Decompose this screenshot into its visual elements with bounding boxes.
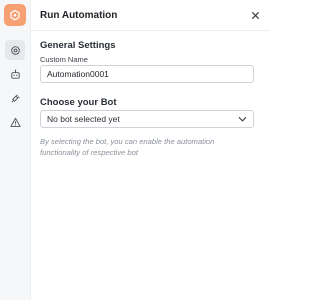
general-settings-heading: General Settings (40, 40, 116, 51)
choose-bot-heading: Choose your Bot (40, 97, 117, 108)
custom-name-input[interactable] (40, 65, 254, 83)
close-icon (251, 7, 260, 25)
bot-help-text: By selecting the bot, you can enable the… (40, 137, 215, 157)
chevron-down-icon (237, 114, 247, 124)
close-button[interactable] (249, 10, 261, 22)
automation-logo-icon[interactable] (4, 4, 26, 26)
panel-title: Run Automation (40, 10, 118, 21)
settings-icon (10, 45, 21, 56)
rail-item-plug[interactable] (5, 88, 25, 108)
plug-icon (10, 93, 21, 104)
header-divider (31, 30, 270, 31)
rail-item-bot[interactable] (5, 64, 25, 84)
run-automation-panel: Run Automation General Settings Custom N… (31, 0, 270, 300)
bot-select-value: No bot selected yet (47, 114, 120, 124)
rail-item-warning[interactable] (5, 112, 25, 132)
rail-item-settings[interactable] (5, 40, 25, 60)
warning-icon (9, 117, 21, 128)
bot-icon (10, 69, 21, 80)
side-rail (0, 0, 31, 300)
custom-name-label: Custom Name (40, 55, 88, 64)
bot-select[interactable]: No bot selected yet (40, 110, 254, 128)
